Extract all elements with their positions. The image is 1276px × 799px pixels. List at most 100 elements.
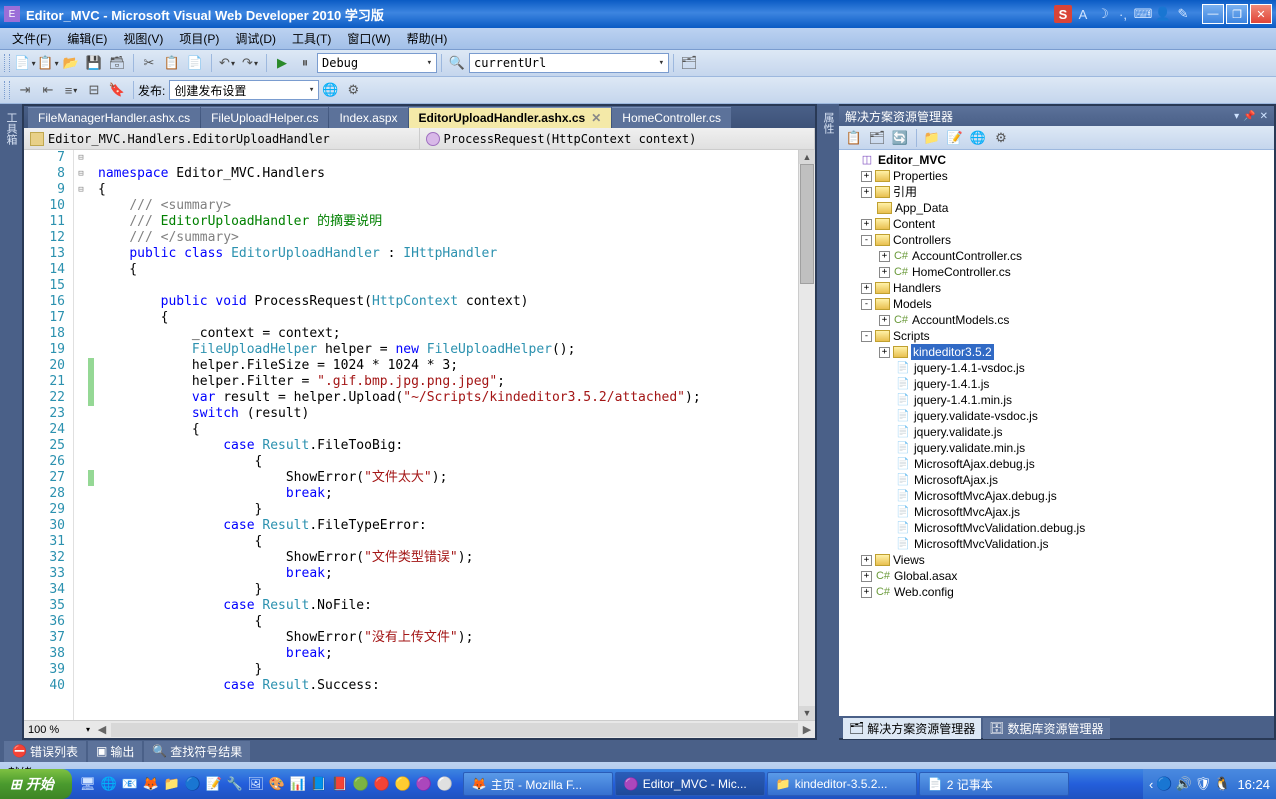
save-button[interactable]: 💾 [83,52,105,74]
view-code-button[interactable]: 📝 [944,127,966,149]
class-selector[interactable]: Editor_MVC.Handlers.EditorUploadHandler [24,128,420,149]
expand-icon[interactable]: + [879,251,890,262]
open-button[interactable]: 📂 [60,52,82,74]
toolbar-grip[interactable] [4,54,10,72]
tree-node[interactable]: jquery.validate-vsdoc.js [839,408,1274,424]
fold-margin[interactable]: ⊟⊟⊟ [74,150,88,720]
document-tab[interactable]: FileManagerHandler.ashx.cs [28,107,200,128]
expand-icon[interactable]: + [879,347,890,358]
expand-icon[interactable]: + [861,571,872,582]
taskbar-task[interactable]: 📁kindeditor-3.5.2... [767,772,917,796]
clock[interactable]: 16:24 [1237,777,1270,792]
tree-node[interactable]: App_Data [839,200,1274,216]
expand-icon[interactable]: + [861,187,872,198]
tab-solution-explorer[interactable]: 🗂解决方案资源管理器 [843,718,981,739]
outdent-button[interactable]: ⇤ [37,79,59,101]
tree-node[interactable]: +Views [839,552,1274,568]
menu-file[interactable]: 文件(F) [4,28,59,49]
tray-icon[interactable]: 👤 [1154,5,1172,23]
search-combo[interactable]: currentUrl [469,53,669,73]
ql-icon[interactable]: 🖥 [78,773,98,795]
collapse-icon[interactable]: - [861,299,872,310]
scroll-left[interactable]: ◀ [94,723,110,736]
ql-icon[interactable]: 📝 [204,773,224,795]
tray-icon[interactable]: ✎ [1174,5,1192,23]
tree-node[interactable]: jquery.validate.min.js [839,440,1274,456]
expand-icon[interactable]: + [861,587,872,598]
undo-button[interactable]: ↶ [216,52,238,74]
tree-node[interactable]: +Properties [839,168,1274,184]
tray-icon[interactable]: ⌨ [1134,5,1152,23]
document-tab[interactable]: HomeController.cs [612,107,731,128]
tree-node[interactable]: +C#HomeController.cs [839,264,1274,280]
panel-dropdown-icon[interactable]: ▾ [1234,111,1239,122]
sogou-icon[interactable]: S [1054,5,1072,23]
scroll-down[interactable]: ▼ [799,706,815,720]
comment-button[interactable]: ≡ [60,79,82,101]
tab-output[interactable]: ▣输出 [88,741,142,762]
tree-node[interactable]: -Models [839,296,1274,312]
zoom-combo[interactable]: 100 % [24,724,94,736]
tree-node[interactable]: +C#AccountModels.cs [839,312,1274,328]
ql-icon[interactable]: 📧 [120,773,140,795]
ql-icon[interactable]: 📕 [330,773,350,795]
properties-tab[interactable]: 属性 [817,104,839,740]
toolbar-grip[interactable] [4,81,10,99]
show-all-button[interactable]: 🗂 [866,127,888,149]
tree-node[interactable]: +Content [839,216,1274,232]
tree-node[interactable]: MicrosoftMvcValidation.debug.js [839,520,1274,536]
taskbar-task[interactable]: 📄2 记事本 [919,772,1069,796]
ql-icon[interactable]: 📊 [288,773,308,795]
minimize-button[interactable]: — [1202,4,1224,24]
scroll-thumb[interactable] [800,164,814,284]
ql-icon[interactable]: 📘 [309,773,329,795]
expand-icon[interactable]: + [861,171,872,182]
ql-icon[interactable]: 🟢 [351,773,371,795]
taskbar-task[interactable]: 🦊主页 - Mozilla F... [463,772,613,796]
solution-tree[interactable]: ◫Editor_MVC+Properties+引用App_Data+Conten… [839,150,1274,716]
nest-button[interactable]: 📁 [921,127,943,149]
copy-button[interactable]: 📋 [161,52,183,74]
cut-button[interactable]: ✂ [138,52,160,74]
vertical-scrollbar[interactable]: ▲ ▼ [798,150,815,720]
tray-icon[interactable]: ‹ [1149,777,1153,792]
find-button[interactable]: 🔍 [446,52,468,74]
ql-icon[interactable]: 🔵 [183,773,203,795]
menu-debug[interactable]: 调试(D) [227,28,284,49]
horizontal-scrollbar[interactable] [111,723,798,737]
properties-button[interactable]: 📋 [843,127,865,149]
tree-node[interactable]: MicrosoftMvcAjax.debug.js [839,488,1274,504]
menu-window[interactable]: 窗口(W) [339,28,398,49]
tree-node[interactable]: jquery-1.4.1-vsdoc.js [839,360,1274,376]
collapse-icon[interactable]: - [861,331,872,342]
solution-button[interactable]: 🗂 [678,52,700,74]
tray-icon[interactable]: 🔊 [1176,776,1192,792]
ql-icon[interactable]: 🖼 [246,773,266,795]
expand-icon[interactable]: + [861,283,872,294]
tray-icon[interactable]: ☽ [1094,5,1112,23]
ql-icon[interactable]: ⚪ [435,773,455,795]
tree-node[interactable]: -Scripts [839,328,1274,344]
tree-node[interactable]: jquery-1.4.1.min.js [839,392,1274,408]
scroll-right[interactable]: ▶ [799,723,815,736]
expand-icon[interactable]: + [879,267,890,278]
tree-node[interactable]: +Handlers [839,280,1274,296]
method-selector[interactable]: ProcessRequest(HttpContext context) [420,128,816,149]
menu-project[interactable]: 项目(P) [171,28,227,49]
menu-edit[interactable]: 编辑(E) [59,28,115,49]
expand-icon[interactable]: + [861,555,872,566]
ql-icon[interactable]: 🦊 [141,773,161,795]
bookmark-button[interactable]: 🔖 [106,79,128,101]
expand-icon[interactable]: + [879,315,890,326]
tree-node[interactable]: MicrosoftAjax.debug.js [839,456,1274,472]
new-project-button[interactable]: 📄 [14,52,36,74]
tray-icon[interactable]: ·, [1114,5,1132,23]
tray-icon[interactable]: A [1074,5,1092,23]
tree-node[interactable]: jquery-1.4.1.js [839,376,1274,392]
ql-icon[interactable]: 🎨 [267,773,287,795]
scroll-up[interactable]: ▲ [799,150,815,164]
tray-icon[interactable]: 🛡 [1195,776,1212,792]
collapse-icon[interactable]: - [861,235,872,246]
ql-icon[interactable]: 🟣 [414,773,434,795]
ql-icon[interactable]: 🌐 [99,773,119,795]
